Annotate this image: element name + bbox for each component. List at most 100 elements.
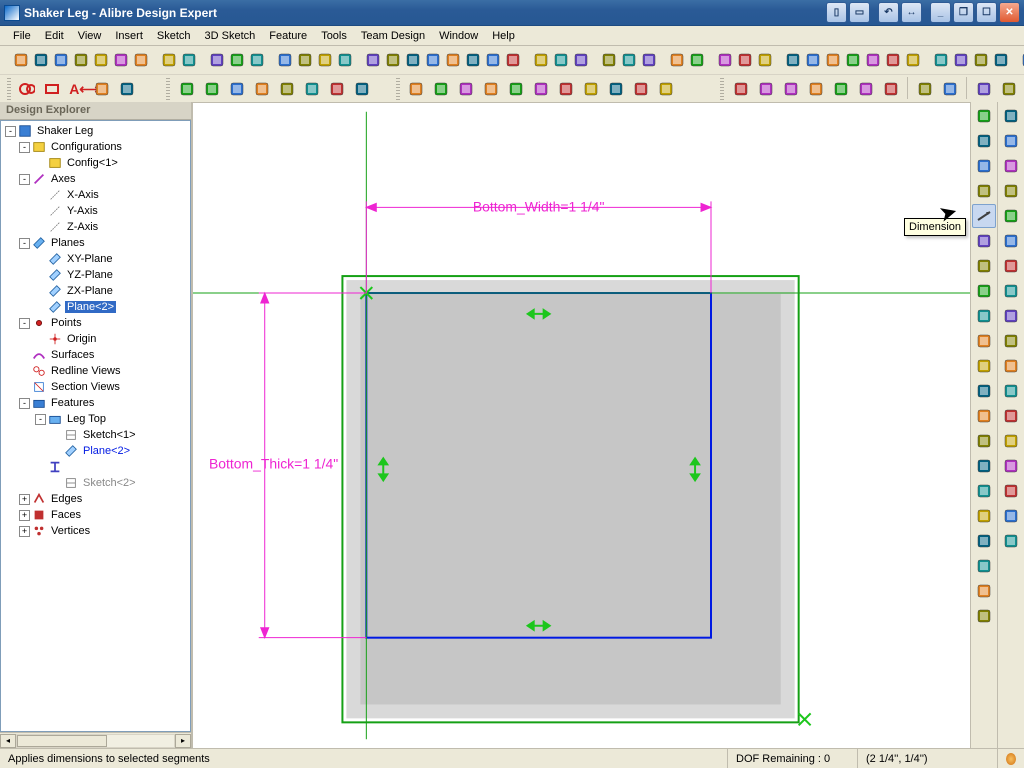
tree-node-ibeam[interactable]: [3, 459, 188, 475]
view-wall2-button[interactable]: [630, 77, 653, 100]
render-wf-button[interactable]: [729, 77, 752, 100]
view-sel-button[interactable]: [405, 77, 428, 100]
sk-wall-button[interactable]: [972, 604, 996, 628]
render-exp2-button[interactable]: [997, 77, 1020, 100]
tb1-patl-button[interactable]: [620, 49, 638, 72]
sk-line2-button[interactable]: [972, 179, 996, 203]
sk-line-button[interactable]: [972, 154, 996, 178]
toolbar-grip[interactable]: [166, 78, 170, 100]
ft-sweep-button[interactable]: [999, 179, 1023, 203]
tree-node-edges[interactable]: +Edges: [3, 491, 188, 507]
menu-tools[interactable]: Tools: [314, 28, 354, 44]
tree-node-redlineviews[interactable]: Redline Views: [3, 363, 188, 379]
tree-scrollbar[interactable]: ◂ ▸: [0, 732, 191, 748]
view-prev-button[interactable]: [530, 77, 553, 100]
view-proj-button[interactable]: [580, 77, 603, 100]
menu-help[interactable]: Help: [485, 28, 522, 44]
tree-node-surfaces[interactable]: Surfaces: [3, 347, 188, 363]
tb1-hol-button[interactable]: [504, 49, 522, 72]
sk-target-button[interactable]: [972, 529, 996, 553]
close-button[interactable]: ✕: [999, 2, 1020, 23]
tb1-shw-button[interactable]: [716, 49, 734, 72]
menu-3d-sketch[interactable]: 3D Sketch: [198, 28, 263, 44]
param-plane2-button[interactable]: [175, 77, 198, 100]
ft-cut-button[interactable]: [999, 154, 1023, 178]
maximize-button[interactable]: ☐: [976, 2, 997, 23]
tb1-redo-button[interactable]: [180, 49, 198, 72]
ft-extrude-button[interactable]: [999, 104, 1023, 128]
ft-pattern-button[interactable]: [999, 304, 1023, 328]
tb1-rib-button[interactable]: [532, 49, 550, 72]
tb1-undo-button[interactable]: [160, 49, 178, 72]
sk-dim-button[interactable]: [972, 204, 996, 228]
tree-node-shakerleg[interactable]: -Shaker Leg: [3, 123, 188, 139]
tb1-v3-button[interactable]: [824, 49, 842, 72]
sk-plus-button[interactable]: [972, 129, 996, 153]
tb1-chm-button[interactable]: [572, 49, 590, 72]
tree-node-planes[interactable]: -Planes: [3, 235, 188, 251]
tb1-hd2-button[interactable]: [756, 49, 774, 72]
sk-info-button[interactable]: [972, 554, 996, 578]
tree-expander[interactable]: -: [19, 398, 30, 409]
sk-curve-button[interactable]: [972, 279, 996, 303]
ft-shell-button[interactable]: [999, 229, 1023, 253]
ft-datumf-button[interactable]: [999, 429, 1023, 453]
tree-node-points[interactable]: -Points: [3, 315, 188, 331]
menu-window[interactable]: Window: [432, 28, 485, 44]
sk-gear-button[interactable]: [972, 379, 996, 403]
aux-button-1[interactable]: ▯: [826, 2, 847, 23]
tree-expander[interactable]: -: [35, 414, 46, 425]
menu-insert[interactable]: Insert: [108, 28, 150, 44]
sk-capture-button[interactable]: [972, 404, 996, 428]
sk-fillet-button[interactable]: [972, 229, 996, 253]
tb1-v6-button[interactable]: [884, 49, 902, 72]
tree-expander[interactable]: +: [19, 526, 30, 537]
tb1-v5-button[interactable]: [864, 49, 882, 72]
sk-cross-button[interactable]: [972, 454, 996, 478]
param-ax2-button[interactable]: [200, 77, 223, 100]
tb1-c3-button[interactable]: [972, 49, 990, 72]
dimension-thick-label[interactable]: Bottom_Thick=1 1/4": [209, 455, 338, 471]
tree-node-z-axis[interactable]: Z-Axis: [3, 219, 188, 235]
sk-mirror-button[interactable]: [972, 579, 996, 603]
tree-node-sketch1[interactable]: Sketch<1>: [3, 427, 188, 443]
render-shd5-button[interactable]: [879, 77, 902, 100]
tb1-cut-button[interactable]: [92, 49, 110, 72]
sk-circle-button[interactable]: [972, 254, 996, 278]
menu-view[interactable]: View: [71, 28, 109, 44]
tree-node-xy-plane[interactable]: XY-Plane: [3, 251, 188, 267]
sk-spline-button[interactable]: [972, 329, 996, 353]
scroll-left-button[interactable]: ◂: [0, 734, 16, 748]
menu-team-design[interactable]: Team Design: [354, 28, 432, 44]
analyze-line3-button[interactable]: [116, 77, 139, 100]
tree-node-sectionviews[interactable]: Section Views: [3, 379, 188, 395]
tb1-scale-button[interactable]: [248, 49, 266, 72]
toolbar-grip[interactable]: [720, 78, 724, 100]
sk-select-button[interactable]: [972, 104, 996, 128]
dimension-width-label[interactable]: Bottom_Width=1 1/4": [473, 198, 605, 214]
render-exp1-button[interactable]: [972, 77, 995, 100]
tree-node-configurations[interactable]: -Configurations: [3, 139, 188, 155]
view-cyl-button[interactable]: [605, 77, 628, 100]
tb1-mir-button[interactable]: [600, 49, 618, 72]
tree-node-zx-plane[interactable]: ZX-Plane: [3, 283, 188, 299]
tree-node-y-axis[interactable]: Y-Axis: [3, 203, 188, 219]
tree-node-features[interactable]: -Features: [3, 395, 188, 411]
tree-expander[interactable]: +: [19, 510, 30, 521]
tree-expander[interactable]: -: [19, 318, 30, 329]
tree-expander[interactable]: -: [19, 238, 30, 249]
tb1-patc-button[interactable]: [640, 49, 658, 72]
aux-button-2[interactable]: ▭: [849, 2, 870, 23]
sk-arc-button[interactable]: [972, 479, 996, 503]
param-cfg3-button[interactable]: [250, 77, 273, 100]
tree-node-plane2[interactable]: Plane<2>: [3, 299, 188, 315]
tb1-print-button[interactable]: [72, 49, 90, 72]
param-tbl-button[interactable]: [300, 77, 323, 100]
tree-node-origin[interactable]: Origin: [3, 331, 188, 347]
aux-button-3[interactable]: ↶: [878, 2, 899, 23]
view-block-button[interactable]: [655, 77, 678, 100]
tb1-hd1-button[interactable]: [736, 49, 754, 72]
tree-node-sketch2[interactable]: Sketch<2>: [3, 475, 188, 491]
tree-expander[interactable]: -: [19, 142, 30, 153]
ft-axisf-button[interactable]: [999, 379, 1023, 403]
